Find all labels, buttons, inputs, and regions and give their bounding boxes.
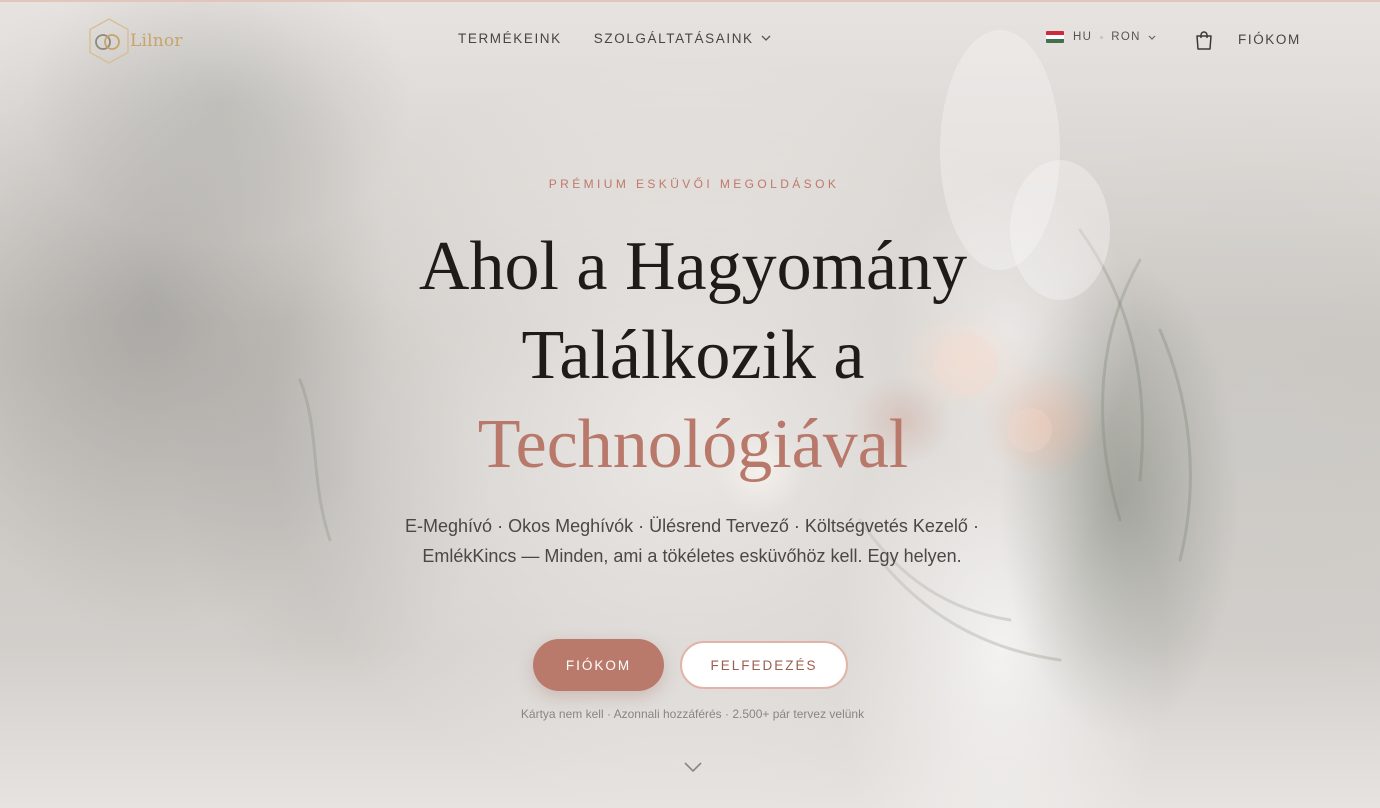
main-nav: TERMÉKEINK SZOLGÁLTATÁSAINK: [458, 31, 803, 46]
language-selector[interactable]: HU: [1046, 31, 1092, 43]
currency-selector[interactable]: RON: [1111, 31, 1156, 43]
language-code: HU: [1073, 31, 1093, 43]
hero-subtitle: E-Meghívó · Okos Meghívók · Ülésrend Ter…: [405, 516, 979, 566]
hero-headline: Ahol a Hagyomány Találkozik a Technológi…: [0, 222, 1380, 489]
chevron-down-icon: [1148, 35, 1156, 40]
cart-button[interactable]: [1194, 30, 1214, 55]
logo[interactable]: Lilnor: [86, 17, 183, 65]
cta-group: FIÓKOM FELFEDEZÉS: [533, 639, 848, 691]
separator-dot: [1100, 35, 1104, 39]
account-button[interactable]: FIÓKOM: [533, 639, 664, 691]
interlocked-rings-hexagon-icon: [89, 18, 129, 64]
logo-text: Lilnor: [130, 31, 183, 51]
hungary-flag-icon: [1046, 31, 1064, 43]
site-header: Lilnor TERMÉKEINK SZOLGÁLTATÁSAINK HU RO…: [0, 0, 1380, 82]
currency-code: RON: [1111, 31, 1141, 43]
hero-eyebrow: PRÉMIUM ESKÜVŐI MEGOLDÁSOK: [548, 177, 840, 191]
chevron-down-icon: [684, 762, 702, 773]
shopping-bag-icon: [1196, 31, 1212, 50]
locale-switcher: HU RON: [1046, 31, 1156, 43]
nav-item-products[interactable]: TERMÉKEINK: [458, 31, 562, 46]
scroll-down-button[interactable]: [683, 758, 703, 777]
nav-item-label: SZOLGÁLTATÁSAINK: [593, 31, 754, 46]
account-link[interactable]: FIÓKOM: [1238, 32, 1301, 47]
page: Lilnor TERMÉKEINK SZOLGÁLTATÁSAINK HU RO…: [0, 0, 1380, 808]
chevron-down-icon: [761, 35, 771, 41]
trust-line: Kártya nem kell · Azonnali hozzáférés · …: [520, 707, 865, 721]
nav-item-label: TERMÉKEINK: [458, 31, 562, 46]
nav-item-services[interactable]: SZOLGÁLTATÁSAINK: [594, 31, 771, 46]
headline-line-1: Ahol a Hagyomány: [418, 228, 968, 305]
explore-button[interactable]: FELFEDEZÉS: [680, 641, 848, 689]
headline-line-2: Találkozik a: [521, 317, 865, 394]
headline-accent: Technológiával: [477, 406, 909, 483]
